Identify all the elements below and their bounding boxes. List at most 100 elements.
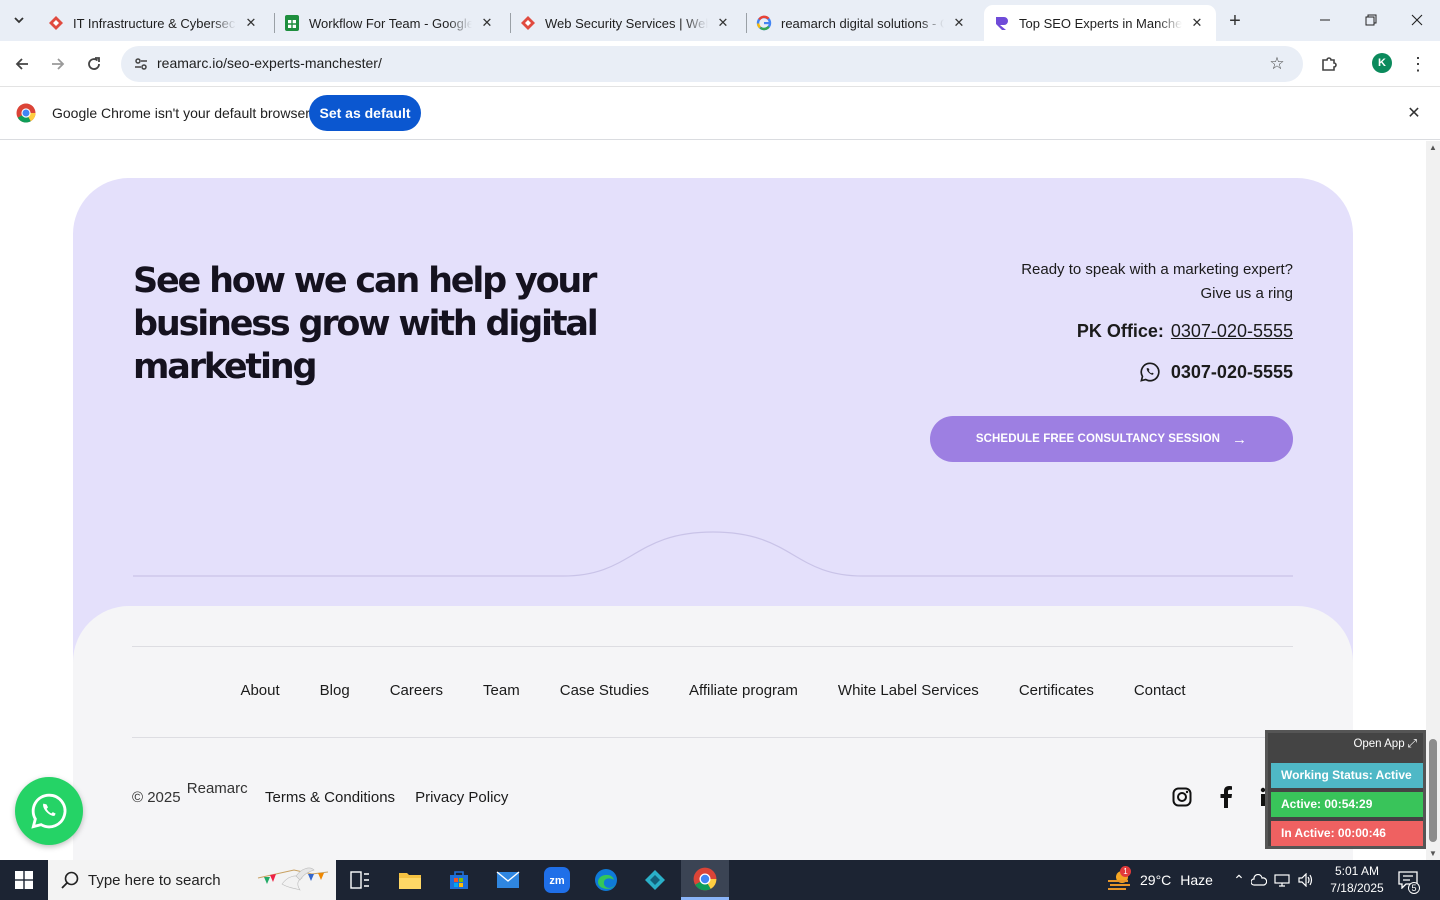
tab-title: Web Security Services | Website bbox=[545, 15, 708, 31]
weather-widget[interactable]: 1 29°C Haze bbox=[1106, 860, 1213, 900]
pk-office-phone-link[interactable]: 0307-020-5555 bbox=[1171, 321, 1293, 342]
tab-google-search[interactable]: reamarch digital solutions - Go ✕ bbox=[746, 5, 978, 41]
mail-icon bbox=[496, 871, 520, 888]
footer-link-contact[interactable]: Contact bbox=[1134, 682, 1186, 699]
copyright-year: © 2025 bbox=[132, 789, 181, 806]
privacy-link[interactable]: Privacy Policy bbox=[415, 789, 508, 806]
show-hidden-icons-icon[interactable]: ⌃ bbox=[1230, 872, 1248, 889]
site-footer: About Blog Careers Team Case Studies Aff… bbox=[73, 606, 1353, 860]
footer-link-blog[interactable]: Blog bbox=[320, 682, 350, 699]
onedrive-cloud-icon[interactable] bbox=[1248, 874, 1270, 886]
browser-toolbar: reamarc.io/seo-experts-manchester/ ☆ K ⋮ bbox=[0, 41, 1440, 87]
tab-it-infrastructure[interactable]: IT Infrastructure & Cybersecurit ✕ bbox=[38, 5, 270, 41]
cta-headline: See how we can help your business grow w… bbox=[133, 261, 599, 387]
task-view-button[interactable] bbox=[336, 860, 384, 900]
scroll-up-icon[interactable]: ▲ bbox=[1429, 143, 1437, 152]
clock-time: 5:01 AM bbox=[1334, 864, 1380, 878]
taskbar-file-explorer[interactable] bbox=[386, 860, 434, 900]
volume-icon[interactable] bbox=[1294, 873, 1318, 887]
footer-link-certificates[interactable]: Certificates bbox=[1019, 682, 1094, 699]
footer-link-about[interactable]: About bbox=[240, 682, 279, 699]
task-view-icon bbox=[350, 871, 369, 889]
url-text[interactable]: reamarc.io/seo-experts-manchester/ bbox=[157, 55, 382, 71]
site-info-icon[interactable] bbox=[129, 52, 153, 76]
search-highlight-bird-icon bbox=[257, 867, 329, 891]
diamond-favicon-icon bbox=[48, 15, 64, 31]
close-tab-icon[interactable]: ✕ bbox=[714, 14, 732, 32]
tab-seo-experts-active[interactable]: Top SEO Experts in Mancheste ✕ bbox=[984, 5, 1216, 41]
restore-button[interactable] bbox=[1348, 0, 1394, 40]
taskbar-zoom[interactable]: zm bbox=[533, 860, 581, 900]
pk-office-line: PK Office: 0307-020-5555 bbox=[1077, 321, 1293, 342]
folder-icon bbox=[399, 873, 421, 889]
taskbar-chrome[interactable] bbox=[681, 860, 729, 900]
footer-nav: About Blog Careers Team Case Studies Aff… bbox=[73, 682, 1353, 699]
pk-office-label: PK Office: bbox=[1076, 321, 1164, 341]
taskbar-search-box[interactable]: Type here to search bbox=[48, 860, 336, 900]
address-bar[interactable]: reamarc.io/seo-experts-manchester/ ☆ bbox=[121, 46, 1303, 82]
system-tray: ⌃ bbox=[1230, 860, 1318, 900]
tab-workflow-sheets[interactable]: Workflow For Team - Google Sh ✕ bbox=[274, 5, 506, 41]
footer-divider bbox=[132, 737, 1293, 738]
working-status: Working Status: Active bbox=[1271, 763, 1423, 788]
minimize-button[interactable] bbox=[1302, 0, 1348, 40]
tab-search-button[interactable] bbox=[6, 7, 32, 33]
footer-link-affiliate-program[interactable]: Affiliate program bbox=[689, 682, 798, 699]
default-browser-infobar: Google Chrome isn't your default browser… bbox=[0, 87, 1440, 140]
taskbar-clock[interactable]: 5:01 AM 7/18/2025 bbox=[1322, 863, 1392, 897]
back-button[interactable] bbox=[7, 49, 37, 79]
set-as-default-button[interactable]: Set as default bbox=[309, 95, 421, 131]
scrollbar-thumb[interactable] bbox=[1429, 739, 1437, 842]
close-tab-icon[interactable]: ✕ bbox=[950, 14, 968, 32]
profile-avatar[interactable]: K bbox=[1372, 53, 1392, 73]
taskbar-mail[interactable] bbox=[484, 860, 532, 900]
network-icon[interactable] bbox=[1270, 873, 1294, 887]
whatsapp-line[interactable]: 0307-020-5555 bbox=[1139, 361, 1293, 383]
close-tab-icon[interactable]: ✕ bbox=[1188, 14, 1206, 32]
page-scrollbar[interactable]: ▲ ▼ bbox=[1426, 141, 1440, 860]
notification-center-button[interactable]: 5 bbox=[1396, 868, 1420, 894]
tab-title: Top SEO Experts in Mancheste bbox=[1019, 15, 1182, 31]
weather-text: Haze bbox=[1180, 872, 1213, 888]
close-icon bbox=[1411, 14, 1423, 26]
scroll-down-icon[interactable]: ▼ bbox=[1429, 849, 1437, 858]
facebook-icon[interactable] bbox=[1215, 786, 1237, 808]
chrome-logo-icon bbox=[16, 103, 36, 123]
active-time: Active: 00:54:29 bbox=[1271, 792, 1423, 817]
close-infobar-icon[interactable]: ✕ bbox=[1404, 103, 1424, 123]
taskbar-store[interactable] bbox=[435, 860, 483, 900]
more-menu-icon[interactable]: ⋮ bbox=[1406, 51, 1430, 77]
diamond-app-icon bbox=[645, 870, 665, 890]
tab-web-security[interactable]: Web Security Services | Website ✕ bbox=[510, 5, 742, 41]
reload-button[interactable] bbox=[79, 49, 109, 79]
schedule-consultancy-button[interactable]: SCHEDULE FREE CONSULTANCY SESSION → bbox=[930, 416, 1293, 462]
zoom-icon: zm bbox=[544, 867, 570, 893]
footer-link-team[interactable]: Team bbox=[483, 682, 520, 699]
external-link-icon: ⤢ bbox=[1407, 738, 1417, 750]
extensions-puzzle-icon[interactable] bbox=[1316, 51, 1342, 77]
close-tab-icon[interactable]: ✕ bbox=[478, 14, 496, 32]
inactive-time: In Active: 00:00:46 bbox=[1271, 821, 1423, 846]
bookmark-star-icon[interactable]: ☆ bbox=[1265, 52, 1289, 76]
close-tab-icon[interactable]: ✕ bbox=[242, 14, 260, 32]
taskbar-app-diamond[interactable] bbox=[631, 860, 679, 900]
forward-button[interactable] bbox=[43, 49, 73, 79]
start-button[interactable] bbox=[0, 860, 48, 900]
close-window-button[interactable] bbox=[1394, 0, 1440, 40]
new-tab-button[interactable]: + bbox=[1222, 8, 1248, 34]
footer-link-white-label-services[interactable]: White Label Services bbox=[838, 682, 979, 699]
taskbar-edge[interactable] bbox=[582, 860, 630, 900]
copyright-brand: Reamarc bbox=[186, 780, 248, 797]
arrow-right-icon: → bbox=[1232, 430, 1248, 448]
whatsapp-float-button[interactable] bbox=[15, 777, 83, 845]
store-bag-icon bbox=[450, 871, 468, 889]
open-app-link[interactable]: Open App ⤢ bbox=[1353, 738, 1417, 751]
instagram-icon[interactable] bbox=[1171, 786, 1193, 808]
svg-text:zm: zm bbox=[549, 875, 565, 887]
footer-link-careers[interactable]: Careers bbox=[390, 682, 443, 699]
infobar-message: Google Chrome isn't your default browser bbox=[52, 105, 310, 121]
footer-link-case-studies[interactable]: Case Studies bbox=[560, 682, 649, 699]
terms-link[interactable]: Terms & Conditions bbox=[265, 789, 395, 806]
decorative-wave-divider bbox=[133, 531, 1293, 577]
tab-title: Workflow For Team - Google Sh bbox=[309, 15, 472, 31]
